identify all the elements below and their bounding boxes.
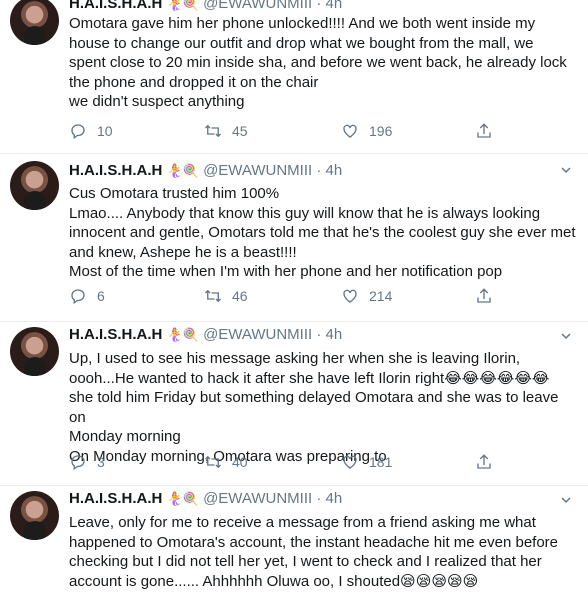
- reply-count: 3: [97, 454, 105, 470]
- separator-dot: ·: [316, 162, 322, 179]
- timestamp[interactable]: 4h: [326, 326, 343, 343]
- like-count: 181: [369, 454, 393, 470]
- tweet-header: H.A.I.S.H.A.H 🧜‍♀️🍭 @EWAWUNMIII · 4h: [69, 325, 342, 345]
- share-icon: [477, 454, 491, 469]
- reply-icon: [71, 455, 85, 471]
- tweet-line: and knew, Ashepe he is a beast!!!!: [69, 243, 297, 261]
- reply-button[interactable]: 6: [69, 287, 105, 305]
- like-button[interactable]: 181: [341, 453, 392, 471]
- tweet-line: Most of the time when I'm with her phone…: [69, 263, 503, 280]
- retweet-icon: [205, 289, 221, 303]
- tweet-line: Up, I used to see his message asking her…: [69, 350, 521, 367]
- retweet-icon: [205, 124, 221, 138]
- tweet-line: happened to Omotara's account, the insta…: [69, 533, 559, 551]
- tweet-line: house to change our outfit and drop what…: [69, 34, 534, 52]
- reply-button[interactable]: 3: [69, 453, 105, 471]
- retweet-count: 40: [232, 454, 248, 470]
- name-emojis: 🧜‍♀️🍭: [166, 0, 199, 11]
- share-icon: [477, 123, 491, 138]
- tweet-line: Omotara gave him her phone unlocked!!!! …: [69, 15, 536, 32]
- chevron-down-icon[interactable]: [560, 164, 572, 176]
- tweet[interactable]: H.A.I.S.H.A.H 🧜‍♀️🍭 @EWAWUNMIII · 4h Up,…: [0, 322, 588, 486]
- share-button[interactable]: [475, 287, 493, 305]
- tweet[interactable]: H.A.I.S.H.A.H 🧜‍♀️🍭 @EWAWUNMIII · 4h Lea…: [0, 486, 588, 596]
- tweet-text: Leave, only for me to receive a message …: [69, 513, 579, 591]
- tweet-line: we didn't suspect anything: [69, 93, 245, 110]
- tweet-header: H.A.I.S.H.A.H 🧜‍♀️🍭 @EWAWUNMIII · 4h: [69, 161, 342, 181]
- heart-icon: [343, 455, 357, 469]
- timestamp[interactable]: 4h: [326, 0, 343, 12]
- avatar[interactable]: [10, 327, 59, 376]
- user-handle[interactable]: @EWAWUNMIII: [203, 326, 312, 343]
- heart-icon: [343, 124, 357, 138]
- heart-icon: [343, 289, 357, 303]
- tweet-actions: 3 40 181: [69, 453, 491, 473]
- tweet-line: Cus Omotara trusted him 100%: [69, 185, 280, 202]
- retweet-button[interactable]: 40: [204, 453, 248, 471]
- reply-icon: [71, 124, 85, 140]
- timestamp[interactable]: 4h: [326, 490, 343, 507]
- retweet-button[interactable]: 46: [204, 287, 248, 305]
- tweet-header: H.A.I.S.H.A.H 🧜‍♀️🍭 @EWAWUNMIII · 4h: [69, 0, 342, 14]
- user-handle[interactable]: @EWAWUNMIII: [203, 0, 312, 12]
- reply-button[interactable]: 10: [69, 122, 113, 140]
- tweet-line: innocent and gentle, Omotars told me tha…: [69, 224, 576, 241]
- tweet-text: Omotara gave him her phone unlocked!!!! …: [69, 14, 579, 112]
- tweet-line: account is gone...... Ahhhhhh Oluwa oo, …: [69, 572, 479, 590]
- retweet-button[interactable]: 45: [204, 122, 248, 140]
- display-name[interactable]: H.A.I.S.H.A.H: [69, 162, 162, 179]
- tweet-header: H.A.I.S.H.A.H 🧜‍♀️🍭 @EWAWUNMIII · 4h: [69, 489, 342, 509]
- chevron-down-icon[interactable]: [560, 494, 572, 506]
- tweet[interactable]: H.A.I.S.H.A.H 🧜‍♀️🍭 @EWAWUNMIII · 4h Cus…: [0, 154, 588, 322]
- reply-count: 6: [97, 288, 105, 304]
- avatar[interactable]: [10, 161, 59, 210]
- tweet-line: the phone and dropped it on the chair: [69, 73, 319, 91]
- reply-count: 10: [97, 123, 113, 139]
- share-button[interactable]: [475, 122, 493, 140]
- tweet-line: oooh...He wanted to hack it after she ha…: [69, 369, 550, 387]
- separator-dot: ·: [316, 490, 322, 507]
- tweet-text: Cus Omotara trusted him 100% Lmao.... An…: [69, 184, 579, 282]
- retweet-icon: [205, 455, 221, 469]
- display-name[interactable]: H.A.I.S.H.A.H: [69, 326, 162, 343]
- tweet-line: she told him Friday but something delaye…: [69, 389, 559, 426]
- like-button[interactable]: 214: [341, 287, 392, 305]
- tweet-line: spent close to 20 min inside sha, and be…: [69, 54, 567, 71]
- chevron-down-icon[interactable]: [560, 330, 572, 342]
- name-emojis: 🧜‍♀️🍭: [166, 163, 199, 178]
- like-button[interactable]: 196: [341, 122, 392, 140]
- user-handle[interactable]: @EWAWUNMIII: [203, 162, 312, 179]
- tweet-actions: 10 45 196: [69, 122, 491, 142]
- share-button[interactable]: [475, 453, 493, 471]
- retweet-count: 46: [232, 288, 248, 304]
- reply-icon: [71, 289, 85, 305]
- name-emojis: 🧜‍♀️🍭: [166, 327, 199, 342]
- separator-dot: ·: [316, 326, 322, 343]
- separator-dot: ·: [316, 0, 322, 12]
- like-count: 214: [369, 288, 393, 304]
- tweet-line: checking but I did not tell her yet, I w…: [69, 553, 542, 570]
- display-name[interactable]: H.A.I.S.H.A.H: [69, 490, 162, 507]
- tweet-line: Leave, only for me to receive a message …: [69, 514, 536, 531]
- like-count: 196: [369, 123, 393, 139]
- share-icon: [477, 288, 491, 303]
- tweet-text: Up, I used to see his message asking her…: [69, 349, 579, 466]
- avatar[interactable]: [10, 0, 59, 45]
- name-emojis: 🧜‍♀️🍭: [166, 491, 199, 506]
- display-name[interactable]: H.A.I.S.H.A.H: [69, 0, 162, 12]
- tweet-line: Lmao.... Anybody that know this guy will…: [69, 204, 541, 222]
- tweet-line: Monday morning: [69, 428, 181, 445]
- user-handle[interactable]: @EWAWUNMIII: [203, 490, 312, 507]
- tweet[interactable]: H.A.I.S.H.A.H 🧜‍♀️🍭 @EWAWUNMIII · 4h Omo…: [0, 0, 588, 154]
- retweet-count: 45: [232, 123, 248, 139]
- timestamp[interactable]: 4h: [326, 162, 343, 179]
- tweet-actions: 6 46 214: [69, 287, 491, 307]
- avatar[interactable]: [10, 491, 59, 540]
